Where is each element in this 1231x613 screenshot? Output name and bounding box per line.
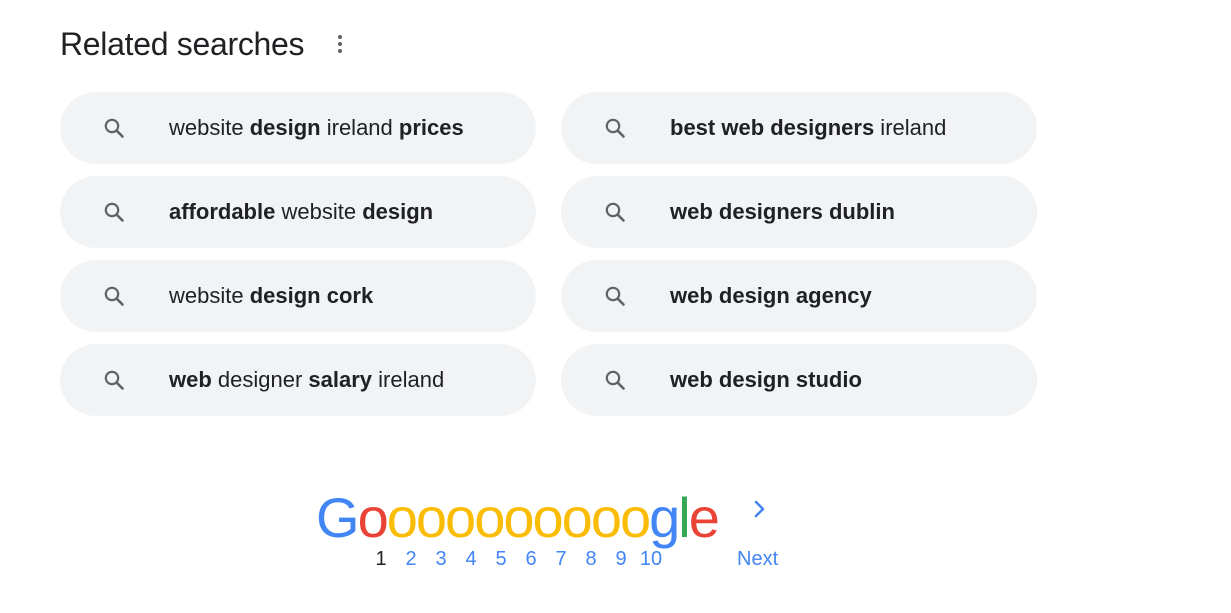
page-link[interactable]: 2 xyxy=(396,548,426,571)
bold-term: prices xyxy=(398,115,464,140)
logo-letter: e xyxy=(688,486,720,549)
related-search-text: best web designers ireland xyxy=(670,115,946,141)
page-link[interactable]: 7 xyxy=(546,548,576,571)
logo-letter: o xyxy=(445,486,476,549)
search-icon xyxy=(102,116,126,140)
more-vert-icon[interactable] xyxy=(330,30,350,58)
logo-letter: o xyxy=(474,486,505,549)
plain-term: ireland xyxy=(320,115,399,140)
page-link[interactable]: 9 xyxy=(606,548,636,571)
bold-term: web design agency xyxy=(670,283,872,308)
related-searches-page: Related searches website design ireland … xyxy=(0,0,1231,613)
bold-term: salary xyxy=(308,367,373,392)
related-search-chip[interactable]: web design studio xyxy=(561,344,1037,416)
bold-term: best web designers xyxy=(670,115,875,140)
google-logo: Goooooooooogle xyxy=(316,486,720,549)
search-icon xyxy=(102,284,126,308)
related-search-chip[interactable]: web designers dublin xyxy=(561,176,1037,248)
logo-letter: o xyxy=(561,486,593,549)
plain-term: ireland xyxy=(372,367,445,392)
search-icon xyxy=(603,116,627,140)
related-searches-header: Related searches xyxy=(60,22,350,66)
page-link[interactable]: 3 xyxy=(426,548,456,571)
logo-letter: o xyxy=(357,486,389,549)
logo-letter: o xyxy=(532,486,564,549)
page-link[interactable]: 10 xyxy=(636,548,666,571)
related-search-text: web design agency xyxy=(670,283,872,309)
related-search-text: web designer salary ireland xyxy=(169,367,444,393)
plain-term: website xyxy=(169,115,250,140)
logo-letter: G xyxy=(316,486,360,549)
logo-letter: o xyxy=(503,486,534,549)
page-link[interactable]: 4 xyxy=(456,548,486,571)
logo-letter: o xyxy=(619,486,651,549)
logo-letter: o xyxy=(386,486,418,549)
chevron-right-icon[interactable] xyxy=(748,496,772,524)
related-search-chip[interactable]: website design cork xyxy=(60,260,536,332)
related-search-text: website design ireland prices xyxy=(169,115,464,141)
page-link[interactable]: 6 xyxy=(516,548,546,571)
search-icon xyxy=(102,368,126,392)
bold-term: design cork xyxy=(249,283,374,308)
related-search-chip[interactable]: best web designers ireland xyxy=(561,92,1037,164)
bold-term: web designers dublin xyxy=(670,199,895,224)
search-icon xyxy=(603,200,627,224)
related-search-text: web designers dublin xyxy=(670,199,895,225)
plain-term: ireland xyxy=(874,115,947,140)
related-search-text: web design studio xyxy=(670,367,862,393)
search-icon xyxy=(102,200,126,224)
bold-term: design xyxy=(249,115,321,140)
bold-term: web xyxy=(169,367,212,392)
logo-letter: o xyxy=(590,486,622,549)
page-link[interactable]: 8 xyxy=(576,548,606,571)
logo-letter: l xyxy=(678,486,691,549)
plain-term: website xyxy=(169,283,250,308)
related-search-text: affordable website design xyxy=(169,199,433,225)
bold-term: affordable xyxy=(169,199,276,224)
related-search-chip[interactable]: affordable website design xyxy=(60,176,536,248)
related-search-text: website design cork xyxy=(169,283,373,309)
plain-term: website xyxy=(275,199,363,224)
logo-letter: g xyxy=(649,486,680,549)
search-icon xyxy=(603,284,627,308)
bold-term: web design studio xyxy=(670,367,862,392)
next-link[interactable]: Next xyxy=(737,548,778,571)
page-link[interactable]: 5 xyxy=(486,548,516,571)
related-search-chip[interactable]: web designer salary ireland xyxy=(60,344,536,416)
section-title: Related searches xyxy=(60,26,305,62)
related-searches-grid: website design ireland prices best web de… xyxy=(60,92,1037,416)
search-icon xyxy=(603,368,627,392)
page-numbers: 1 2 3 4 5 6 7 8 9 10 xyxy=(366,548,666,571)
related-search-chip[interactable]: website design ireland prices xyxy=(60,92,536,164)
related-search-chip[interactable]: web design agency xyxy=(561,260,1037,332)
logo-letter: o xyxy=(415,486,447,549)
bold-term: design xyxy=(362,199,434,224)
current-page: 1 xyxy=(375,548,387,570)
plain-term: designer xyxy=(211,367,309,392)
pagination: Goooooooooogle 1 2 3 4 5 6 7 8 9 10 Next xyxy=(316,486,796,586)
